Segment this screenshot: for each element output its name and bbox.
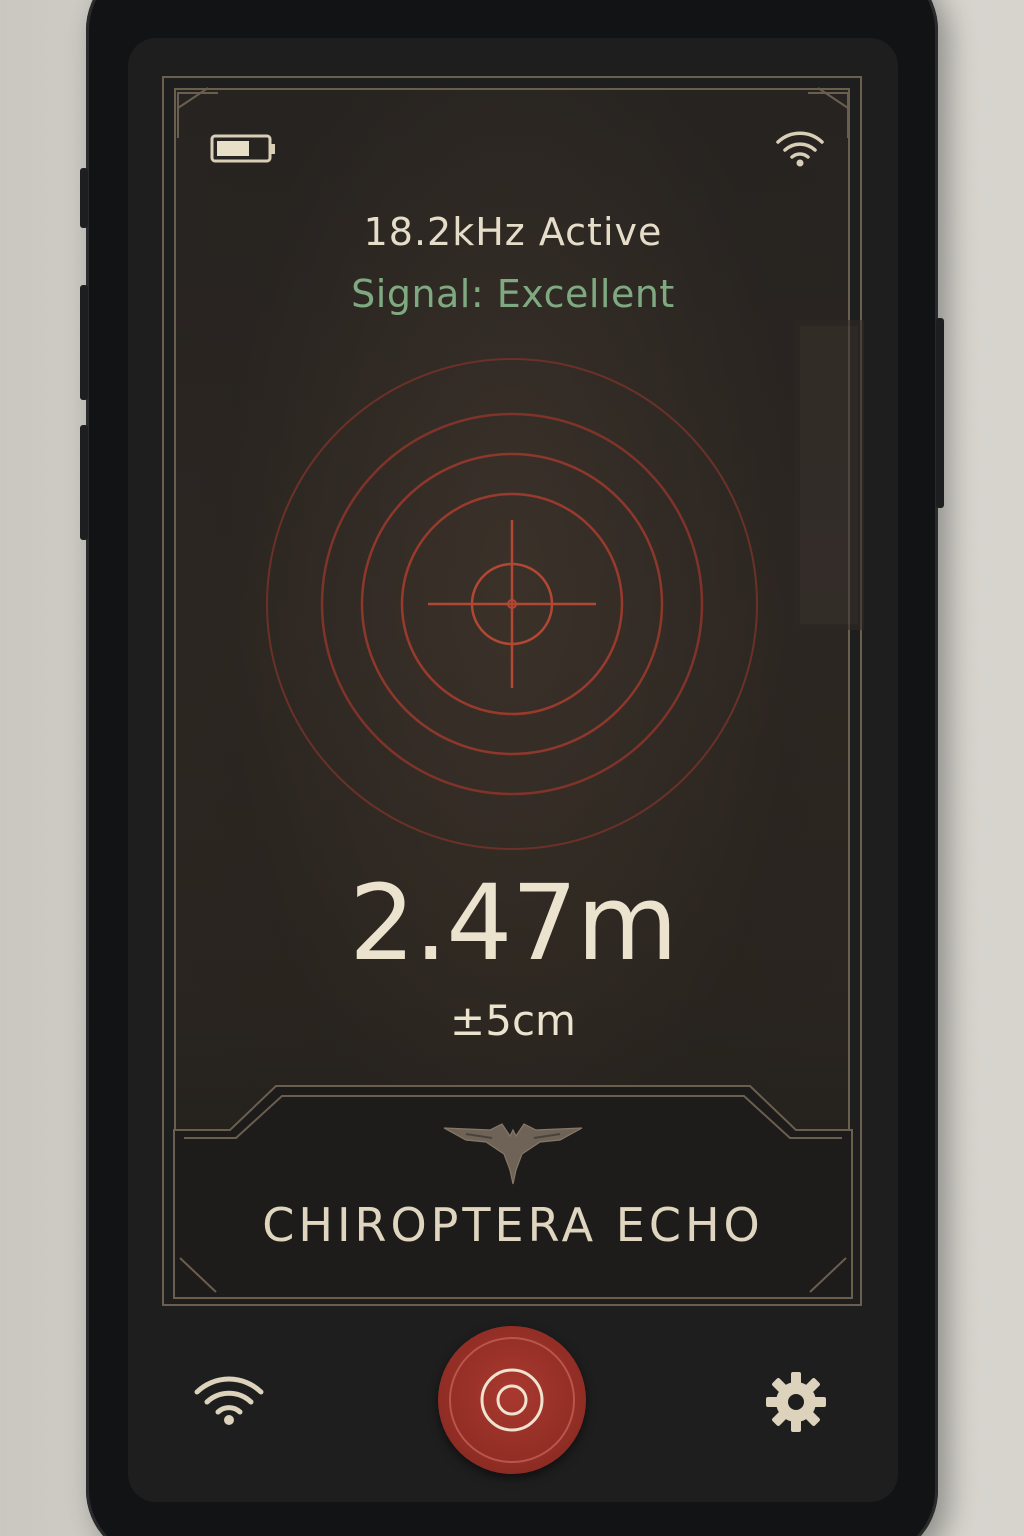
signal-quality: Signal: Excellent: [351, 272, 675, 316]
battery-icon: [210, 134, 275, 163]
app-screen: 18.2kHz Active Signal: Excellent 2.47m ±…: [128, 38, 898, 1502]
ping-target-icon: [449, 1337, 575, 1463]
ping-button[interactable]: [438, 1326, 586, 1474]
side-button-power: [936, 318, 944, 508]
gear-icon[interactable]: [764, 1370, 828, 1434]
echo-target-rings: [266, 358, 758, 850]
side-button-volume-down: [80, 425, 88, 540]
wifi-icon: [776, 131, 824, 167]
wifi-settings-icon[interactable]: [192, 1372, 266, 1428]
accuracy-tolerance: ±5cm: [450, 996, 576, 1045]
bat-logo-icon: [443, 1123, 583, 1185]
side-button-volume-up: [80, 285, 88, 400]
crosshair-icon: [428, 520, 596, 688]
side-button-mute: [80, 168, 88, 228]
distance-value: 2.47m: [349, 862, 678, 984]
frequency-status: 18.2kHz Active: [363, 210, 663, 254]
app-name: CHIROPTERA ECHO: [262, 1198, 764, 1252]
